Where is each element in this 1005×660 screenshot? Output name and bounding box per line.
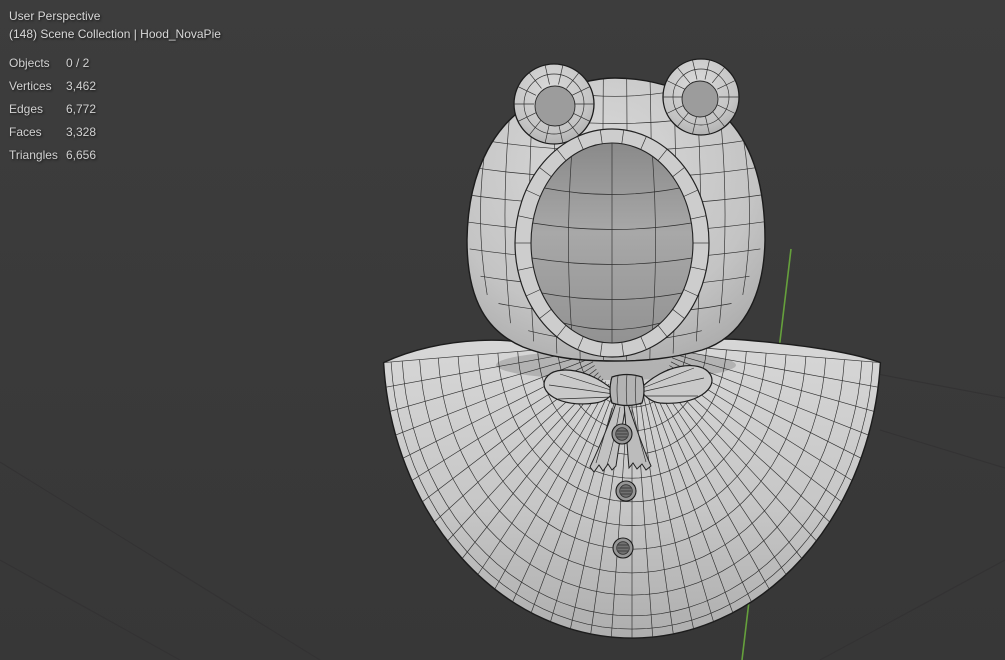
stat-label: Objects	[9, 56, 50, 70]
stat-value: 3,462	[66, 79, 97, 93]
stats-overlay: Objects 0 / 2 Vertices 3,462 Edges 6,772…	[9, 54, 221, 164]
ear-left[interactable]	[513, 63, 595, 145]
stat-label: Faces	[9, 125, 42, 139]
collection-breadcrumb: (148) Scene Collection | Hood_NovaPie	[9, 27, 221, 41]
stat-value: 6,772	[66, 102, 97, 116]
cape-button[interactable]	[612, 537, 634, 559]
cape-button[interactable]	[611, 423, 633, 445]
viewport-overlay: User Perspective (148) Scene Collection …	[9, 7, 221, 164]
stat-label: Vertices	[9, 79, 52, 93]
stat-label: Edges	[9, 102, 44, 116]
hood-mesh[interactable]	[465, 58, 766, 365]
stat-value: 0 / 2	[66, 56, 90, 70]
stat-label: Triangles	[9, 148, 58, 162]
blender-viewport[interactable]: User Perspective (148) Scene Collection …	[0, 0, 1005, 660]
perspective-label: User Perspective	[9, 9, 101, 23]
ear-right[interactable]	[662, 58, 740, 136]
cape-button[interactable]	[615, 480, 637, 502]
stat-value: 3,328	[66, 125, 97, 139]
stat-value: 6,656	[66, 148, 97, 162]
